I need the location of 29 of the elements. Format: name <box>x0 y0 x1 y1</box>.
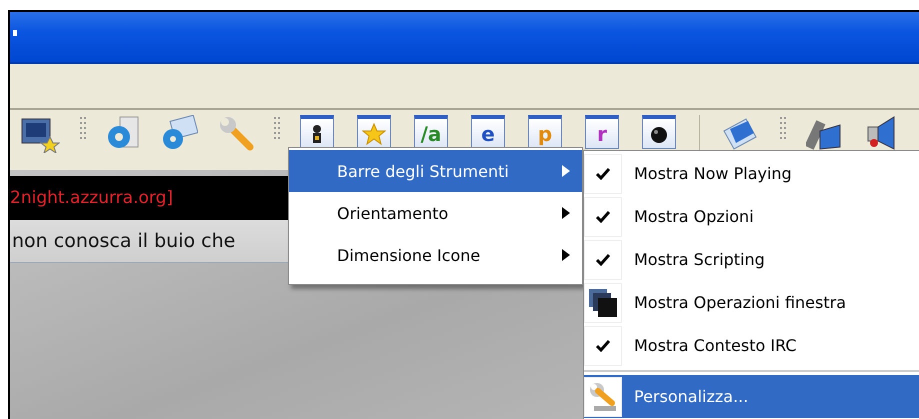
submenu-arrow-icon <box>562 249 570 261</box>
ball-button[interactable] <box>642 115 676 149</box>
menu-item[interactable]: Mostra Scripting <box>584 238 919 281</box>
menu-item[interactable]: Orientamento <box>289 192 582 234</box>
toolbar-grip-icon[interactable] <box>80 115 86 141</box>
menu-item[interactable]: Mostra Operazioni finestra <box>584 281 919 324</box>
star-icon <box>362 122 386 144</box>
star-button[interactable] <box>357 115 391 149</box>
menu-item[interactable]: Mostra Opzioni <box>584 195 919 238</box>
toolbar-grip-icon[interactable] <box>780 115 786 141</box>
menu-item[interactable]: Personalizza... <box>584 375 919 418</box>
menu-item[interactable]: Mostra Contesto IRC <box>584 324 919 367</box>
figure-button[interactable] <box>300 115 334 149</box>
menu-item[interactable]: Barre degli Strumenti <box>289 150 582 192</box>
server-text: 2night.azzurra.org] <box>10 188 174 208</box>
figure-icon <box>310 124 324 144</box>
menu-item[interactable]: Mostra Now Playing <box>584 152 919 195</box>
wrench-icon <box>588 380 618 412</box>
submenu-arrow-icon <box>562 165 570 177</box>
windows-icon <box>588 288 618 318</box>
card-icon[interactable] <box>162 115 198 151</box>
topic-text: non conosca il buio che <box>11 230 236 252</box>
toolbar-button[interactable]: e <box>471 115 505 149</box>
toolbar-grip-icon[interactable] <box>274 115 280 141</box>
toolbar-button[interactable]: /a <box>414 115 448 149</box>
menu-item[interactable]: Dimensione Icone <box>289 234 582 276</box>
submenu-arrow-icon <box>562 207 570 219</box>
toolbar-button[interactable]: r <box>585 115 619 149</box>
title-bar-icon <box>13 30 17 36</box>
